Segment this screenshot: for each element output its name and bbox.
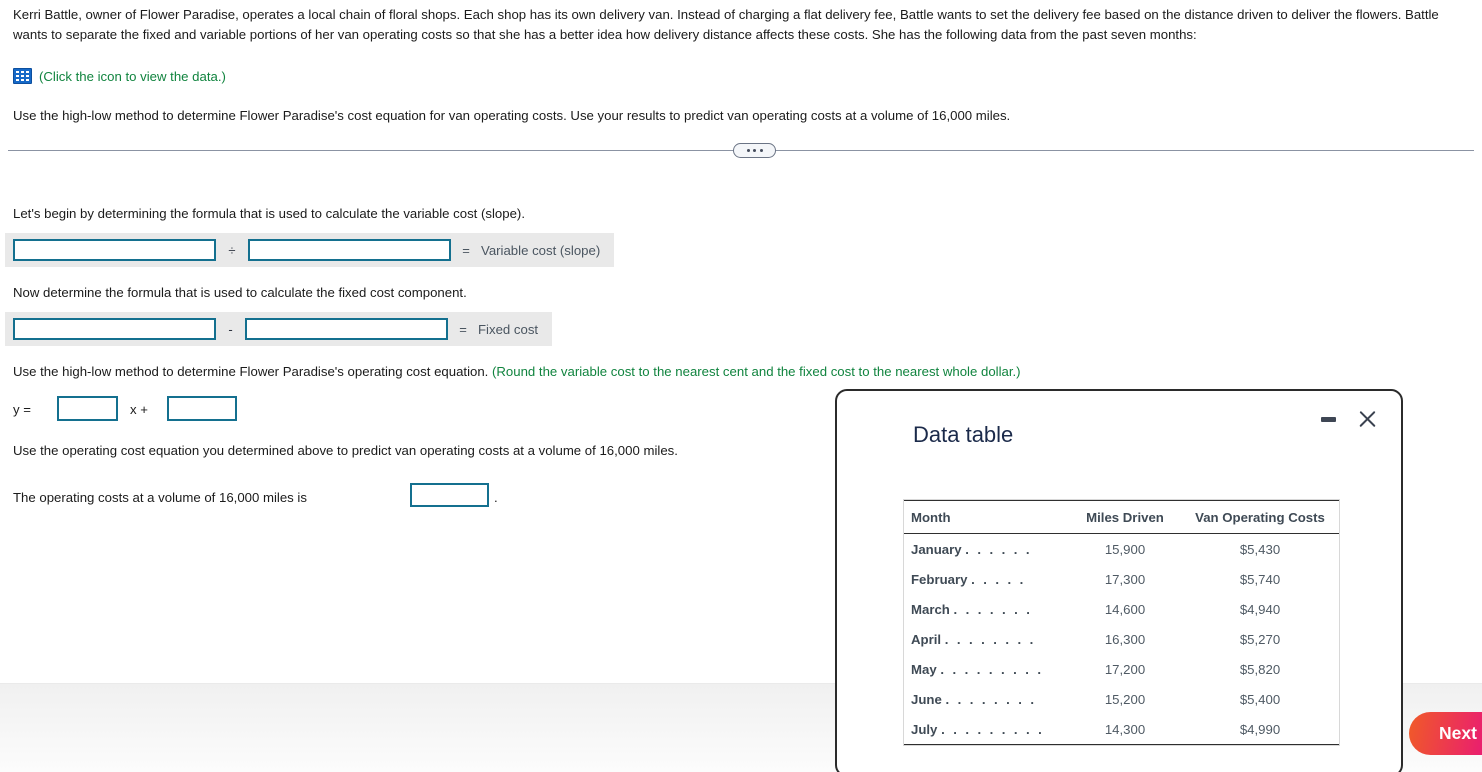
cell-miles-driven: 14,300 <box>1069 714 1181 745</box>
dialog-window-controls <box>1321 408 1378 430</box>
step3-prompt: Use the high-low method to determine Flo… <box>13 364 489 379</box>
table-row: February . . . . . 17,300 $5,740 <box>904 564 1339 594</box>
cell-miles-driven: 15,200 <box>1104 691 1146 707</box>
cell-van-operating-costs: $4,940 <box>1239 601 1281 617</box>
table-header-row: Month Miles Driven Van Operating Costs <box>904 500 1339 534</box>
leader-dots: . . . . . . . . . <box>941 721 1045 737</box>
col-month: Month <box>904 500 1069 534</box>
minimize-icon[interactable] <box>1321 416 1336 422</box>
exercise-page: Kerri Battle, owner of Flower Paradise, … <box>0 0 1482 772</box>
divide-operator: ÷ <box>228 242 236 258</box>
close-icon[interactable] <box>1356 408 1378 430</box>
step2-left-input[interactable] <box>13 318 216 340</box>
minus-operator: - <box>228 321 233 337</box>
equation-x-label: x + <box>130 402 148 417</box>
table-row: April . . . . . . . . 16,300 $5,270 <box>904 624 1339 654</box>
answer-prefix: The operating costs at a volume of 16,00… <box>13 490 307 505</box>
cell-month: May . . . . . . . . . <box>911 661 1044 677</box>
leader-dots: . . . . . . . . . <box>940 661 1044 677</box>
cell-van-operating-costs: $5,740 <box>1239 571 1281 587</box>
cell-month: March . . . . . . . <box>911 601 1033 617</box>
leader-dots: . . . . . . <box>965 541 1032 557</box>
collapse-handle[interactable] <box>733 143 776 158</box>
cell-van-operating-costs: $4,990 <box>1181 714 1339 745</box>
cell-miles-driven: 16,300 <box>1104 631 1146 647</box>
cell-miles-driven: 17,300 <box>1104 571 1146 587</box>
leader-dots: . . . . . <box>971 571 1026 587</box>
table-row: March . . . . . . . 14,600 $4,940 <box>904 594 1339 624</box>
step3-hint: (Round the variable cost to the nearest … <box>492 364 1021 379</box>
cell-van-operating-costs: $5,820 <box>1239 661 1281 677</box>
leader-dots: . . . . . . . . <box>945 691 1037 707</box>
cell-month: July . . . . . . . . . <box>904 714 1069 745</box>
col-van-operating-costs: Van Operating Costs <box>1181 500 1339 534</box>
equation-slope-input[interactable] <box>57 396 118 421</box>
cell-miles-driven: 17,200 <box>1104 661 1146 677</box>
table-body: January . . . . . . 15,900 $5,430 February … <box>904 534 1339 745</box>
cell-month: January . . . . . . <box>911 541 1032 557</box>
cell-miles-driven: 14,600 <box>1104 601 1146 617</box>
step2-prompt: Now determine the formula that is used t… <box>13 285 467 300</box>
equals-sign-2: = <box>459 321 467 337</box>
step2-right-input[interactable] <box>245 318 448 340</box>
step1-prompt: Let's begin by determining the formula t… <box>13 206 525 221</box>
table-grid-icon[interactable] <box>13 68 32 84</box>
step3-prompt-wrap: Use the high-low method to determine Flo… <box>13 362 1021 381</box>
next-button[interactable]: Next <box>1409 712 1482 755</box>
leader-dots: . . . . . . . . <box>944 631 1036 647</box>
answer-suffix: . <box>494 490 498 505</box>
answer-input[interactable] <box>410 483 489 507</box>
variable-cost-formula-row: ÷ = Variable cost (slope) <box>5 233 615 267</box>
data-table-link-label: (Click the icon to view the data.) <box>39 68 226 84</box>
cell-month: February . . . . . <box>911 571 1026 587</box>
problem-statement: Kerri Battle, owner of Flower Paradise, … <box>13 7 1439 42</box>
table-row: June . . . . . . . . 15,200 $5,400 <box>904 684 1339 714</box>
fixed-cost-formula-row: - = Fixed cost <box>5 312 553 346</box>
step4-prompt: Use the operating cost equation you dete… <box>13 443 678 458</box>
cell-van-operating-costs: $5,430 <box>1239 541 1281 557</box>
col-miles-driven: Miles Driven <box>1069 500 1181 534</box>
cell-miles-driven: 15,900 <box>1104 541 1146 557</box>
data-table-dialog: Data table Month Miles Driven Van Operat… <box>835 389 1403 772</box>
step1-numerator-input[interactable] <box>13 239 216 261</box>
data-table-link[interactable]: (Click the icon to view the data.) <box>13 68 226 84</box>
equation-y-label: y = <box>13 402 31 417</box>
cell-van-operating-costs: $5,270 <box>1239 631 1281 647</box>
equation-intercept-input[interactable] <box>167 396 237 421</box>
table-row: May . . . . . . . . . 17,200 $5,820 <box>904 654 1339 684</box>
equals-sign: = <box>462 242 470 258</box>
problem-instruction: Use the high-low method to determine Flo… <box>13 108 1011 123</box>
cell-van-operating-costs: $5,400 <box>1239 691 1281 707</box>
dialog-title: Data table <box>913 422 1014 447</box>
cell-month: April . . . . . . . . <box>911 631 1036 647</box>
data-table: Month Miles Driven Van Operating Costs J… <box>903 499 1340 746</box>
step1-denominator-input[interactable] <box>248 239 451 261</box>
table-row: January . . . . . . 15,900 $5,430 <box>904 534 1339 565</box>
leader-dots: . . . . . . . <box>953 601 1033 617</box>
variable-cost-label: Variable cost (slope) <box>481 242 601 258</box>
fixed-cost-label: Fixed cost <box>478 321 539 337</box>
cell-month: June . . . . . . . . <box>911 691 1037 707</box>
table-row: July . . . . . . . . . 14,300 $4,990 <box>904 714 1339 745</box>
